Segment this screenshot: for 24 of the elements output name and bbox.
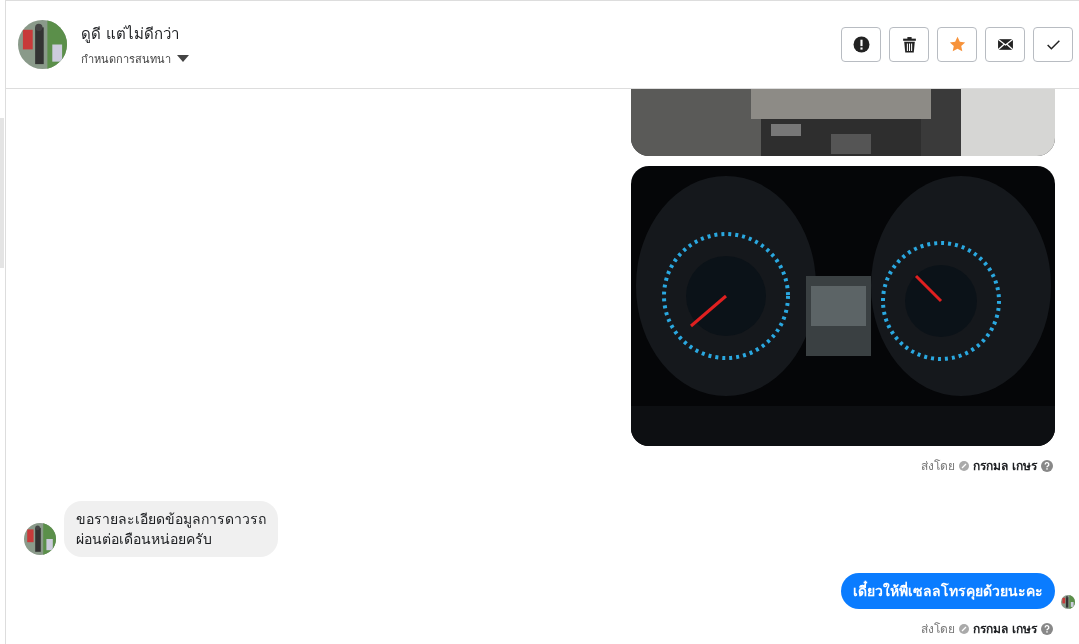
contact-name: ดูดี แต่ไม่ดีกว่า (81, 23, 180, 45)
envelope-icon (996, 36, 1014, 53)
delete-button[interactable] (889, 27, 929, 62)
mark-unread-button[interactable] (985, 27, 1025, 62)
avatar (1061, 595, 1075, 609)
conversation-settings-label[interactable]: กำหนดการสนทนา (81, 49, 171, 68)
sent-by-label: ส่งโดย (920, 621, 955, 638)
star-button[interactable] (937, 27, 977, 62)
message-bubble: เดี๋ยวให้พี่เซลลโทรคุยด้วยนะคะ (841, 573, 1055, 609)
status-icon (958, 460, 969, 471)
sent-by-label: ส่งโดย (920, 458, 955, 475)
report-button[interactable] (841, 27, 881, 62)
alert-icon (852, 36, 870, 53)
avatar (18, 20, 67, 69)
help-icon[interactable] (1041, 459, 1053, 472)
help-icon[interactable] (1041, 622, 1053, 635)
sender-name[interactable]: กรกมล เกษร (972, 456, 1037, 475)
done-button[interactable] (1033, 27, 1073, 62)
sender-name[interactable]: กรกมล เกษร (972, 619, 1037, 638)
trash-icon (900, 36, 918, 53)
avatar (24, 523, 56, 555)
status-icon (958, 623, 969, 634)
caret-icon[interactable] (177, 54, 189, 63)
message-bubble: ขอรายละเอียดข้อมูลการดาวรถ ผ่อนต่อเดือนหน่อยครับ (64, 501, 278, 557)
